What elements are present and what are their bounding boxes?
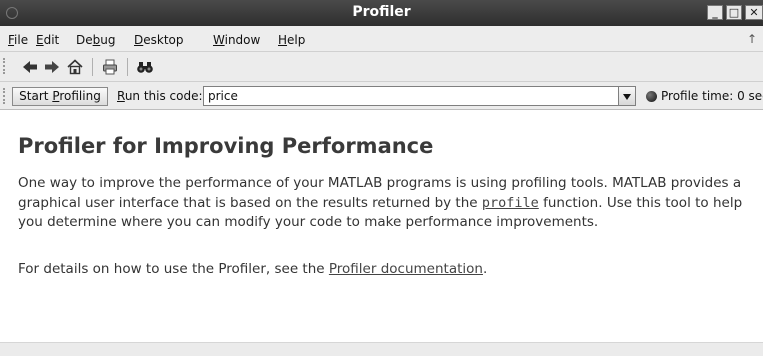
- menu-help[interactable]: Help: [278, 33, 305, 47]
- run-code-label: Run this code:: [117, 89, 203, 103]
- toolbar-separator: [127, 58, 128, 76]
- profiler-content: Profiler for Improving Performance One w…: [0, 110, 763, 342]
- find-icon[interactable]: [136, 58, 154, 76]
- close-button[interactable]: ✕: [745, 5, 763, 20]
- back-icon[interactable]: [21, 58, 39, 76]
- run-code-dropdown-button[interactable]: [619, 86, 636, 106]
- home-icon[interactable]: [66, 58, 84, 76]
- title-bar: Profiler _ □ ✕: [0, 0, 763, 26]
- chevron-down-icon: [623, 94, 631, 100]
- profile-bar: Start Profiling Run this code: Profile t…: [0, 82, 763, 110]
- start-profiling-button[interactable]: Start Profiling: [12, 87, 108, 106]
- menu-window[interactable]: Window: [213, 33, 260, 47]
- menu-edit[interactable]: Edit: [36, 33, 59, 47]
- profile-time-label: Profile time: 0 sec: [661, 89, 763, 103]
- minimize-button[interactable]: _: [707, 5, 723, 20]
- profiler-status-icon: [646, 91, 657, 102]
- icon-toolbar: [0, 52, 763, 82]
- profiler-documentation-link[interactable]: Profiler documentation: [329, 261, 483, 277]
- status-bar: [0, 342, 763, 356]
- forward-icon[interactable]: [43, 58, 61, 76]
- menu-bar: File Edit Debug Desktop Window Help ↑: [0, 26, 763, 52]
- toolbar-separator: [92, 58, 93, 76]
- intro-paragraph: One way to improve the performance of yo…: [18, 175, 743, 230]
- toolbar-grip[interactable]: [3, 88, 7, 104]
- menu-debug[interactable]: Debug: [76, 33, 115, 47]
- print-icon[interactable]: [101, 58, 119, 76]
- run-code-input[interactable]: [203, 86, 619, 106]
- menu-overflow-icon[interactable]: ↑: [747, 32, 757, 46]
- details-paragraph: For details on how to use the Profiler, …: [18, 261, 488, 277]
- profile-function-link[interactable]: profile: [482, 195, 539, 211]
- maximize-button[interactable]: □: [726, 5, 742, 20]
- page-title: Profiler for Improving Performance: [18, 134, 434, 158]
- menu-file[interactable]: File: [8, 33, 28, 47]
- menu-desktop[interactable]: Desktop: [134, 33, 184, 47]
- toolbar-grip[interactable]: [3, 58, 7, 74]
- window-title: Profiler: [352, 4, 411, 20]
